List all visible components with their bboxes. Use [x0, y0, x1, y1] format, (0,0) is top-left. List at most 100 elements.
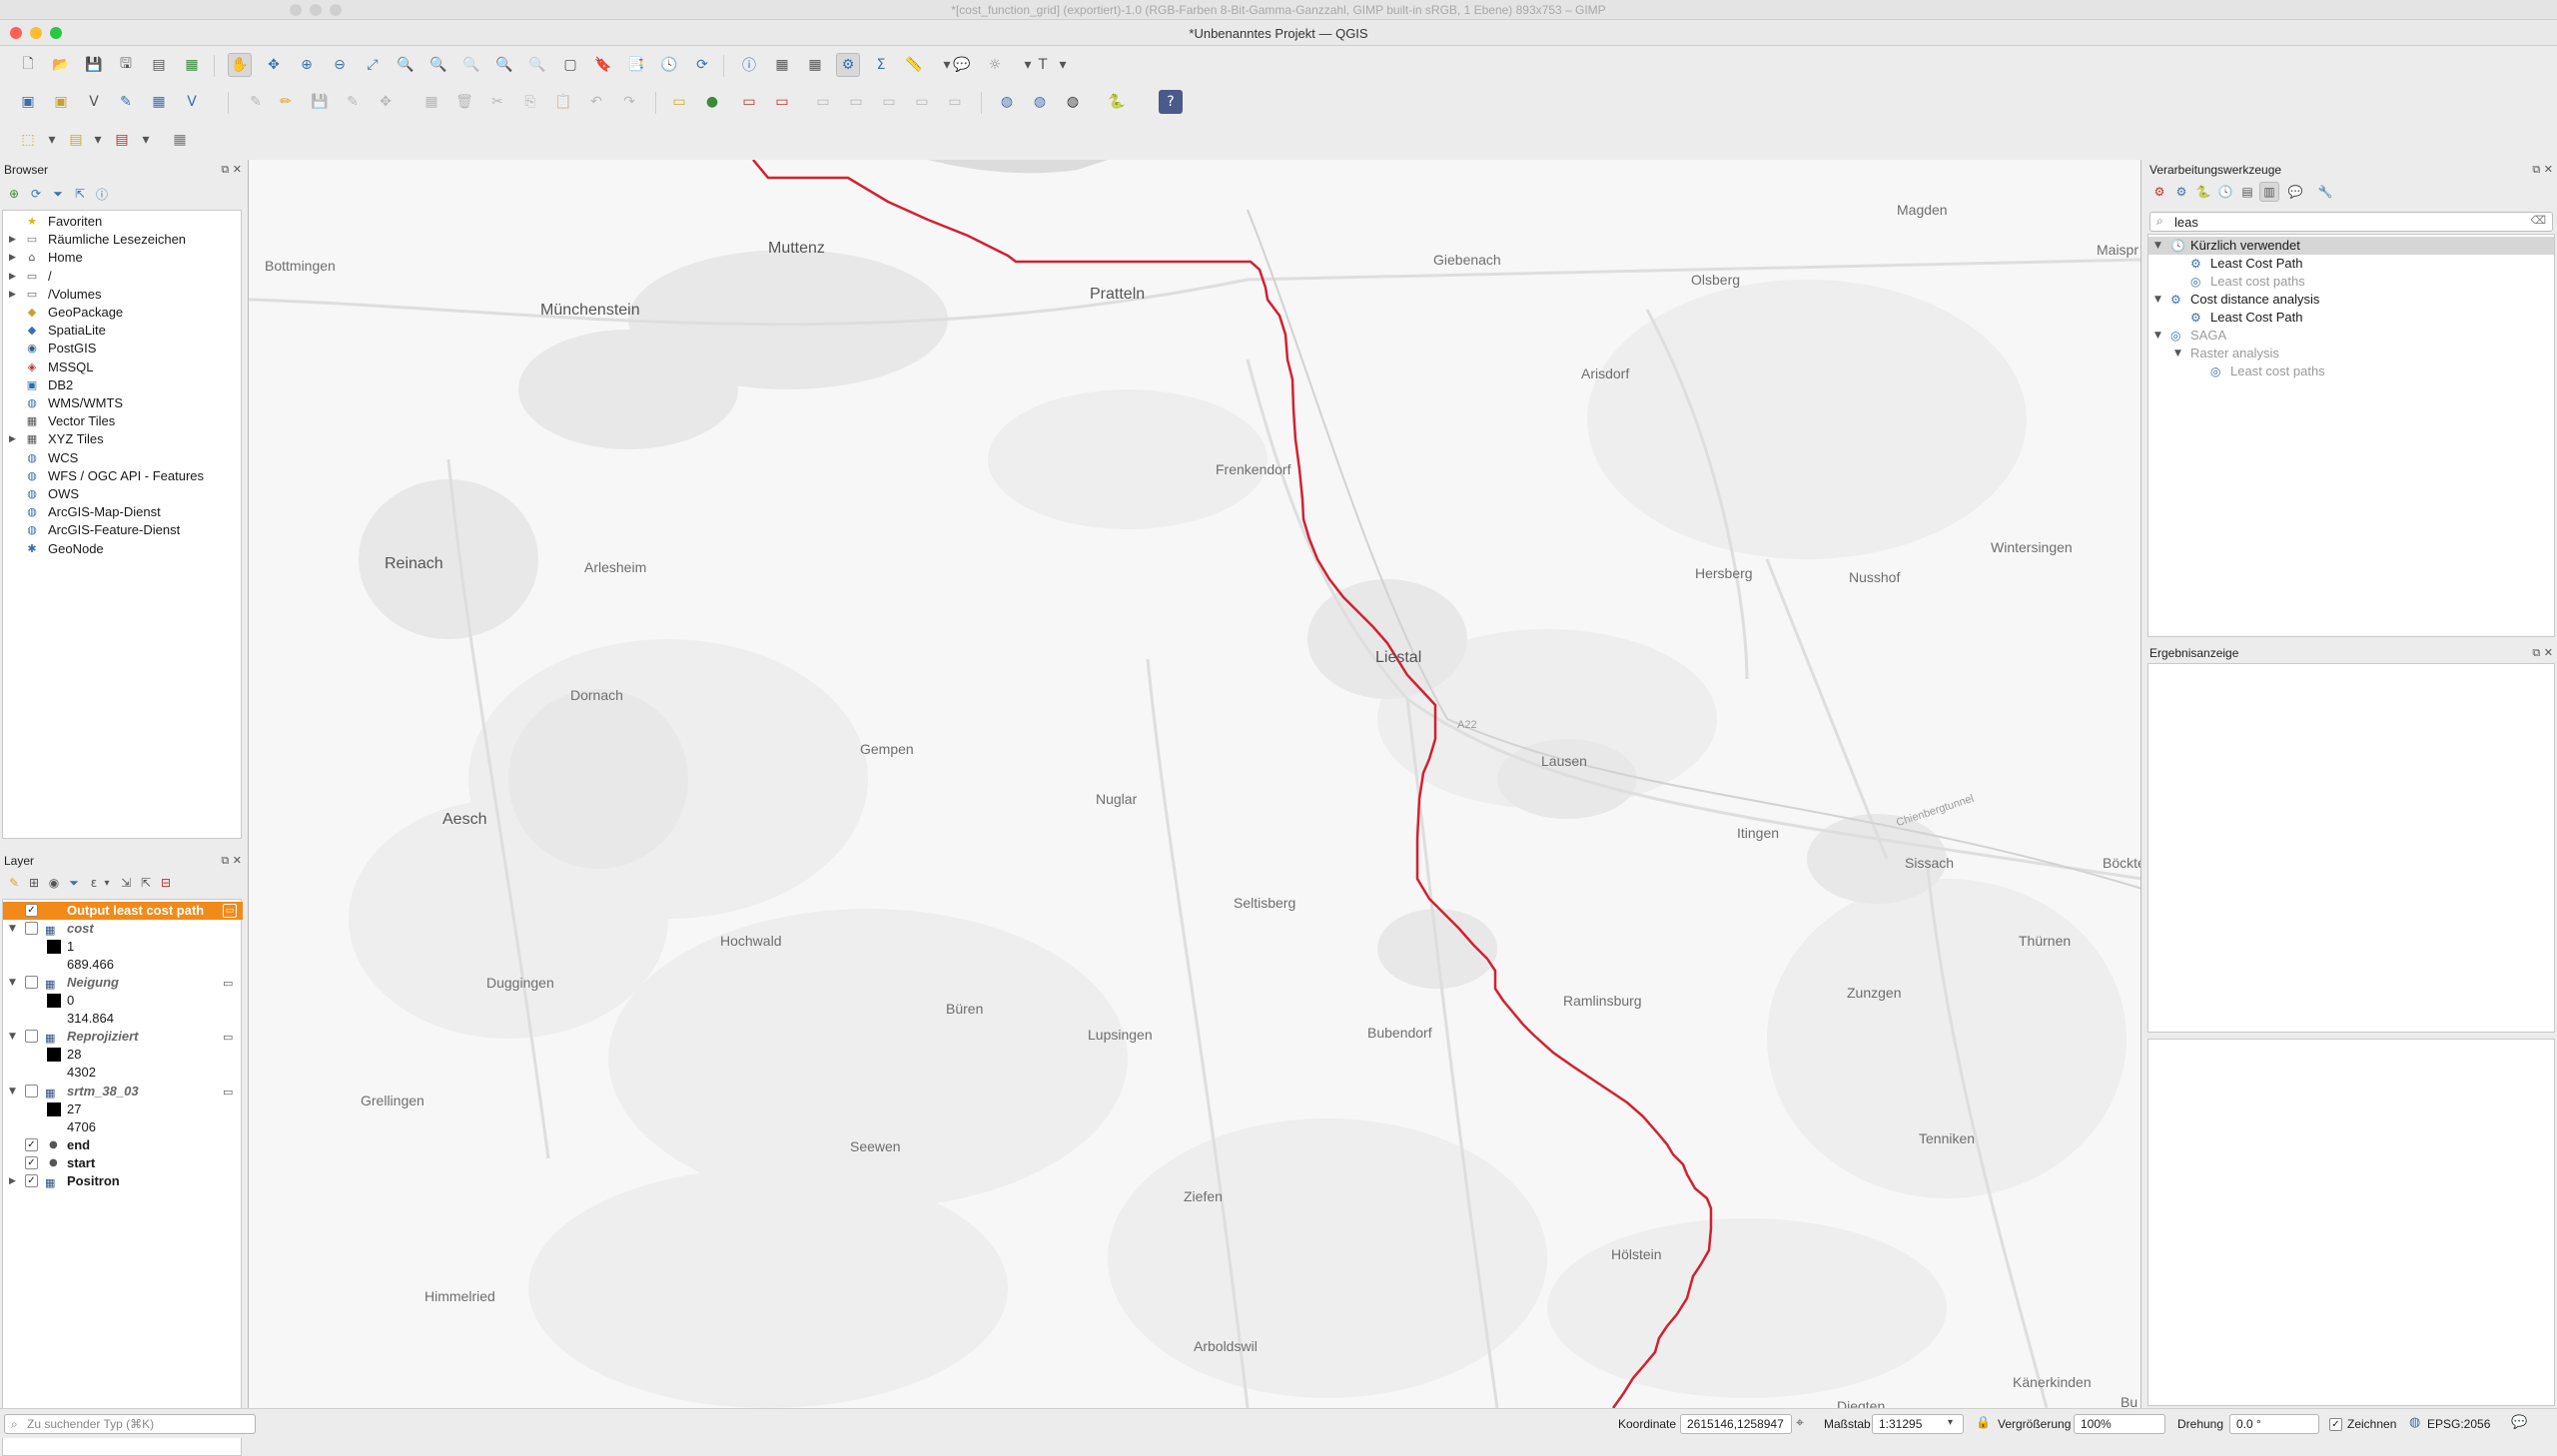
crs-globe-icon[interactable]: ◍ [2409, 1415, 2420, 1430]
browser-item[interactable]: ◍ ArcGIS-Map-Dienst [3, 503, 241, 521]
label-tool-icon[interactable]: ▭ [667, 90, 691, 114]
browser-item[interactable]: ▶ ▭ Räumliche Lesezeichen [3, 231, 241, 249]
pan-to-selection-icon[interactable]: ✥ [262, 53, 286, 77]
coordinate-field[interactable]: 2615146,1258947 [1680, 1414, 1792, 1434]
models-icon[interactable]: ⚙ [2149, 182, 2169, 202]
redo-icon[interactable]: ↷ [617, 90, 641, 114]
layer-item[interactable]: ✓ Output least cost path ▭ [3, 902, 243, 920]
layer-item[interactable]: ✓ ● end [3, 1136, 243, 1154]
python-scripts-icon[interactable]: 🐍 [2193, 182, 2213, 202]
help-icon[interactable]: ? [1159, 90, 1183, 114]
new-project-icon[interactable]: 🗋 [16, 53, 40, 77]
expand-arrow-icon[interactable]: ▼ [9, 920, 16, 938]
legend-entry[interactable]: 4706 [3, 1118, 243, 1136]
layer-item[interactable]: ▶ ✓ ▦ Positron [3, 1172, 243, 1190]
attribute-table-icon[interactable]: ▦ [770, 53, 794, 77]
deselect-dropdown-icon[interactable]: ▾ [134, 128, 158, 152]
browser-panel-buttons[interactable]: ⧉ ✕ [221, 163, 242, 177]
filter-dropdown-icon[interactable]: ▾ [100, 873, 114, 893]
save-edits-icon[interactable]: 💾 [308, 90, 332, 114]
browser-item[interactable]: ◉ PostGIS [3, 340, 241, 358]
zoom-full-icon[interactable]: ⤢ [361, 53, 385, 77]
coordinate-toggle-icon[interactable]: ⌖ [1796, 1415, 1804, 1431]
remove-layer-icon[interactable]: ⊟ [156, 873, 176, 893]
expand-arrow-icon[interactable]: ▶ [9, 430, 16, 448]
browser-item[interactable]: ★ Favoriten [3, 213, 241, 231]
pan-tool-icon[interactable]: ✋ [228, 53, 252, 77]
quickosm-icon[interactable]: ◍ [1061, 90, 1085, 114]
layer-item[interactable]: ▼ ▦ Reprojiziert ▭ [3, 1028, 243, 1046]
save-as-icon[interactable]: 🖫 [114, 53, 138, 77]
select-by-value-icon[interactable]: ▤ [64, 128, 88, 152]
open-project-icon[interactable]: 📂 [49, 53, 73, 77]
diagram-move-icon[interactable]: ▭ [943, 90, 967, 114]
select-dropdown-icon[interactable]: ▾ [40, 128, 64, 152]
browser-item[interactable]: ◈ MSSQL [3, 359, 241, 376]
modify-attributes-icon[interactable]: ▦ [420, 90, 443, 114]
layer-item[interactable]: ▼ ▦ Neigung ▭ [3, 974, 243, 992]
filter-browser-icon[interactable]: ⏷ [48, 184, 68, 204]
zoom-layer-icon[interactable]: 🔍 [426, 53, 450, 77]
expand-arrow-icon[interactable]: ▼ [9, 1083, 16, 1100]
scripts-icon[interactable]: ⚙ [2171, 182, 2191, 202]
collapse-all-icon[interactable]: ⇱ [70, 184, 90, 204]
layer-visibility-checkbox[interactable]: ✓ [25, 1137, 38, 1151]
python-console-icon[interactable]: 🐍 [1105, 90, 1129, 114]
filter-legend-icon[interactable]: ⏷ [64, 873, 84, 893]
deselect-all-icon[interactable]: ▤ [110, 128, 134, 152]
browser-item[interactable]: ◆ SpatiaLite [3, 322, 241, 340]
layer-visibility-checkbox[interactable] [25, 976, 38, 990]
layer-visibility-checkbox[interactable]: ✓ [25, 1173, 38, 1187]
label-properties-icon[interactable]: ▭ [910, 90, 934, 114]
georeferencer-icon[interactable]: ◍ [995, 90, 1019, 114]
pin-labels-icon[interactable]: ▭ [737, 90, 761, 114]
clear-search-icon[interactable]: ⌫ [2530, 214, 2546, 227]
results-panel-buttons[interactable]: ⧉ ✕ [2532, 646, 2553, 660]
magnifier-field[interactable]: 100% [2074, 1414, 2165, 1434]
layer-filter-icon[interactable]: ▭ [223, 904, 237, 918]
refresh-browser-icon[interactable]: ⟳ [26, 184, 46, 204]
legend-entry[interactable]: 1 [3, 938, 243, 956]
temporal-controller-icon[interactable]: 🕓 [657, 53, 681, 77]
expand-arrow-icon[interactable]: ▶ [9, 286, 16, 304]
copy-features-icon[interactable]: ⎘ [518, 90, 542, 114]
browser-item[interactable]: ▦ Vector Tiles [3, 412, 241, 430]
layer-item[interactable]: ✓ ● start [3, 1154, 243, 1172]
manage-visibility-icon[interactable]: ◉ [44, 873, 64, 893]
scale-dropdown-icon[interactable]: ▾ [1948, 1417, 1953, 1428]
layer-visibility-checkbox[interactable]: ✓ [25, 904, 38, 917]
options-icon[interactable]: 💬 [2285, 182, 2305, 202]
browser-item[interactable]: ▶ ▭ / [3, 268, 241, 286]
expand-all-icon[interactable]: ⇲ [116, 873, 136, 893]
expand-arrow-icon[interactable]: ▼ [9, 974, 16, 992]
messages-icon[interactable]: 💬 [2511, 1415, 2527, 1430]
processing-algorithm[interactable]: ▼ Raster analysis [2148, 345, 2554, 363]
browser-item[interactable]: ▶ ▭ /Volumes [3, 286, 241, 304]
rotation-field[interactable]: 0.0 ° [2229, 1414, 2319, 1434]
layer-visibility-checkbox[interactable] [25, 1084, 38, 1097]
layer-visibility-checkbox[interactable]: ✓ [25, 1155, 38, 1169]
processing-algorithm[interactable]: ⚙ Least Cost Path [2148, 309, 2554, 327]
legend-entry[interactable]: 4302 [3, 1064, 243, 1082]
new-shapefile-layer-icon[interactable]: V [82, 90, 106, 114]
zoom-out-icon[interactable]: ⊖ [328, 53, 352, 77]
render-checkbox[interactable]: ✓ [2329, 1418, 2342, 1431]
measure-line-icon[interactable]: 📏 [902, 53, 926, 77]
expand-arrow-icon[interactable]: ▼ [2154, 327, 2161, 345]
expand-arrow-icon[interactable]: ▼ [2154, 237, 2161, 255]
paste-features-icon[interactable]: 📋 [551, 90, 575, 114]
processing-panel-buttons[interactable]: ⧉ ✕ [2532, 163, 2553, 177]
add-virtual-layer-icon[interactable]: V [180, 90, 204, 114]
legend-entry[interactable]: 689.466 [3, 956, 243, 974]
collapse-all-layers-icon[interactable]: ⇱ [136, 873, 156, 893]
toggle-editing-icon[interactable]: ✏ [274, 90, 298, 114]
print-layout-icon[interactable]: ▤ [147, 53, 171, 77]
change-label-icon[interactable]: ▭ [877, 90, 901, 114]
add-selected-layers-icon[interactable]: ⊕ [4, 184, 24, 204]
legend-entry[interactable]: 28 [3, 1046, 243, 1064]
rotate-label-icon[interactable]: ▭ [844, 90, 868, 114]
edit-features-in-place-icon[interactable]: ▥ [2259, 182, 2279, 202]
expand-arrow-icon[interactable]: ▶ [9, 1172, 16, 1190]
legend-entry[interactable]: 314.864 [3, 1010, 243, 1028]
select-features-icon[interactable]: ⬚ [16, 128, 40, 152]
